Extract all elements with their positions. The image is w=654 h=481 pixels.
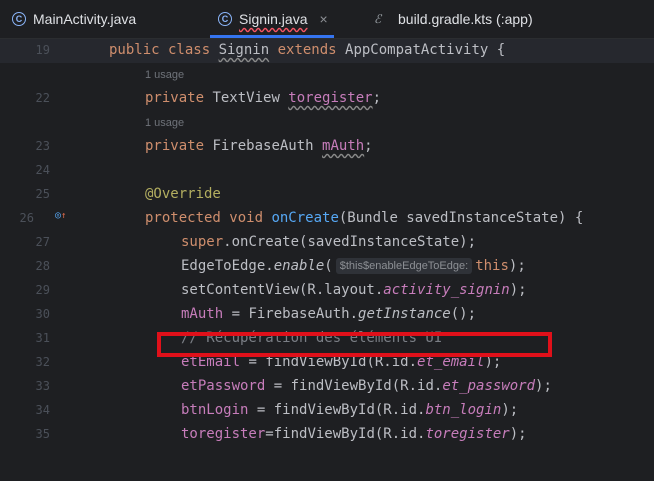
line-number: 28 [35,259,50,273]
parameter-hint: $this$enableEdgeToEdge: [335,258,473,274]
editor-tab-bar: C MainActivity.java C Signin.java × ℰ bu… [0,0,654,39]
class-icon: C [12,12,26,26]
code-line-23: private FirebaseAuth mAuth; [145,138,373,154]
line-number: 33 [35,379,50,393]
line-number: 35 [35,427,50,441]
code-line-19: public class Signin extends AppCompatAct… [109,42,506,58]
class-icon: C [218,12,232,26]
code-editor[interactable]: 19 public class Signin extends AppCompat… [0,39,654,481]
usage-hint[interactable]: 1 usage [145,69,184,81]
line-number: 22 [35,91,50,105]
line-number: 27 [35,235,50,249]
tab-label: build.gradle.kts (:app) [398,11,533,27]
tab-label: MainActivity.java [33,11,137,27]
code-line-30: mAuth = FirebaseAuth.getInstance(); [181,306,477,322]
code-line-25: @Override [145,186,221,202]
code-line-26: protected void onCreate(Bundle savedInst… [145,210,584,226]
close-icon[interactable]: × [320,11,328,27]
line-number: 32 [35,355,50,369]
code-line-29: setContentView(R.layout.activity_signin)… [181,282,527,298]
override-gutter-icon[interactable]: ◎↑ [55,210,66,221]
code-line-27: super.onCreate(savedInstanceState); [181,234,477,250]
line-number: 30 [35,307,50,321]
code-line-35: toregister=findViewById(R.id.toregister)… [181,426,527,442]
tab-build-gradle[interactable]: ℰ build.gradle.kts (:app) [374,0,533,38]
tab-mainactivity[interactable]: C MainActivity.java [12,0,136,38]
tab-label: Signin.java [239,11,308,27]
code-line-33: etPassword = findViewById(R.id.et_passwo… [181,378,552,394]
line-number: 25 [35,187,50,201]
line-number: 24 [35,163,50,177]
tab-signin[interactable]: C Signin.java × [210,0,334,38]
line-number: 23 [35,139,50,153]
line-number: 26 [19,211,34,225]
active-tab-indicator [210,35,334,38]
code-line-28: EdgeToEdge.enable($this$enableEdgeToEdge… [181,258,526,274]
line-number: 34 [35,403,50,417]
usage-hint[interactable]: 1 usage [145,117,184,129]
code-line-22: private TextView toregister; [145,90,382,106]
line-number: 29 [35,283,50,297]
highlight-annotation-box [157,332,552,357]
line-number: 19 [35,43,50,57]
gradle-icon: ℰ [374,12,382,26]
line-number: 31 [35,331,50,345]
code-line-34: btnLogin = findViewById(R.id.btn_login); [181,402,519,418]
